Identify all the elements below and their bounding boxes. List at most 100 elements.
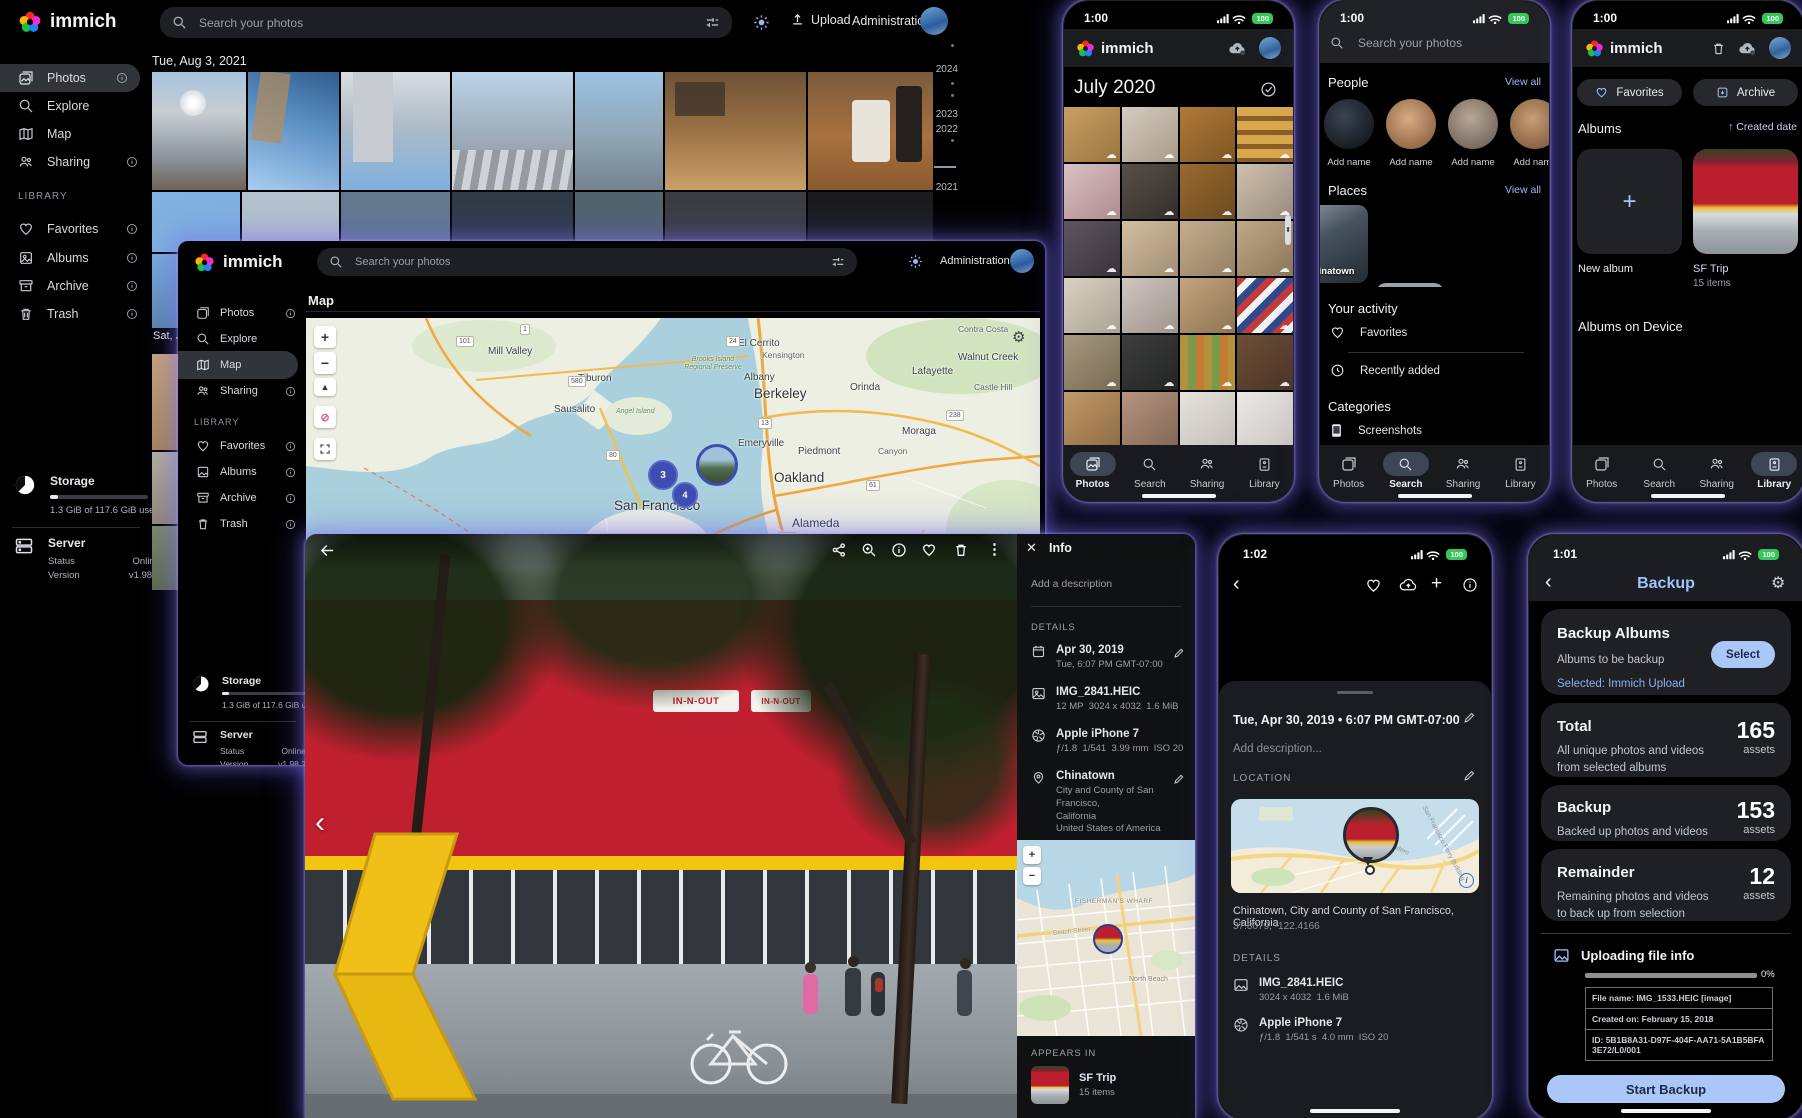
tab-sharing[interactable]: Sharing <box>1179 447 1236 495</box>
sidebar-item-archive[interactable]: Archive <box>0 272 150 300</box>
back-chevron-icon[interactable]: ‹ <box>1233 573 1240 596</box>
add-to-album-plus-icon[interactable]: + <box>1431 573 1442 595</box>
more-menu-icon[interactable]: ⋮ <box>987 540 1002 558</box>
archive-chip[interactable]: Archive <box>1693 79 1798 106</box>
map-zoom-out-button[interactable]: − <box>314 352 336 374</box>
home-indicator[interactable] <box>1398 494 1472 498</box>
location-minimap[interactable]: FISHERMAN'S WHARF Beach Street North Bea… <box>1017 840 1195 1036</box>
recently-added-row[interactable]: Recently added <box>1330 363 1440 378</box>
sidebar-item-albums[interactable]: Albums <box>178 458 306 486</box>
sidebar-item-favorites[interactable]: Favorites <box>178 432 306 460</box>
info-icon[interactable] <box>285 441 296 452</box>
home-indicator[interactable] <box>1142 494 1216 498</box>
tab-search[interactable]: Search <box>1631 447 1689 495</box>
info-bottom-sheet[interactable]: Tue, Apr 30, 2019 • 6:07 PM GMT-07:00 Ad… <box>1219 681 1491 1118</box>
administration-link[interactable]: Administration <box>940 255 1010 267</box>
detail-location-row[interactable]: Chinatown City and County of San Francis… <box>1031 770 1195 836</box>
search-bar[interactable] <box>317 248 857 276</box>
cloud-sync-icon[interactable] <box>1228 41 1247 56</box>
person-item[interactable]: Add name <box>1510 99 1549 168</box>
delete-trash-icon[interactable] <box>953 542 969 558</box>
timeline-scrubber-handle[interactable] <box>934 166 956 168</box>
photo-thumbnail[interactable] <box>1180 392 1236 445</box>
favorites-chip[interactable]: Favorites <box>1577 79 1682 106</box>
tab-library[interactable]: Library <box>1746 447 1802 495</box>
map-cluster-marker[interactable]: 4 <box>672 482 698 508</box>
map-location-disabled-button[interactable]: ⊘ <box>314 406 336 428</box>
edit-date-pencil-icon[interactable] <box>1463 711 1476 724</box>
search-input[interactable] <box>353 255 821 269</box>
info-icon[interactable] <box>126 223 138 235</box>
photo-thumbnail[interactable] <box>1064 392 1120 445</box>
sort-created-date[interactable]: ↑ Created date <box>1728 121 1797 133</box>
previous-photo-button[interactable]: ‹ <box>315 806 325 840</box>
favorite-heart-icon[interactable] <box>1365 577 1382 594</box>
sidebar-item-favorites[interactable]: Favorites <box>0 215 150 243</box>
home-indicator[interactable] <box>1621 1109 1711 1113</box>
sidebar-item-photos[interactable]: Photos <box>0 64 140 92</box>
cloud-sync-icon[interactable] <box>1738 41 1757 56</box>
map-compass-button[interactable]: ▲ <box>314 378 336 396</box>
photo-thumbnail[interactable] <box>152 354 178 450</box>
sidebar-item-explore[interactable]: Explore <box>0 92 150 120</box>
photo-thumbnail[interactable]: ☁ <box>1237 164 1293 219</box>
person-name[interactable]: Add name <box>1386 157 1436 168</box>
person-item[interactable]: Add name <box>1324 99 1374 168</box>
photo-thumbnail[interactable] <box>152 452 178 524</box>
minimap-zoom-in-button[interactable]: + <box>1023 846 1041 864</box>
minimap-photo-marker[interactable] <box>1093 924 1123 954</box>
sidebar-item-trash[interactable]: Trash <box>0 300 150 328</box>
info-icon[interactable] <box>285 493 296 504</box>
add-description-field[interactable]: Add description... <box>1233 743 1322 755</box>
edit-date-pencil-icon[interactable] <box>1173 646 1185 664</box>
tab-photos[interactable]: Photos <box>1320 447 1377 495</box>
screenshots-row[interactable]: Screenshots <box>1330 423 1422 438</box>
photo-thumbnail[interactable]: ☁ <box>1122 107 1178 162</box>
info-icon[interactable] <box>1462 577 1478 593</box>
person-avatar[interactable] <box>1510 99 1549 149</box>
photo-thumbnail[interactable] <box>452 72 573 190</box>
photo-thumbnail[interactable]: ☁ <box>1237 335 1293 390</box>
person-avatar[interactable] <box>1324 99 1374 149</box>
tab-sharing[interactable]: Sharing <box>1435 447 1492 495</box>
tab-library[interactable]: Library <box>1236 447 1293 495</box>
sidebar-item-map[interactable]: Map <box>0 120 150 148</box>
photo-thumbnail[interactable] <box>152 254 178 328</box>
tab-photos[interactable]: Photos <box>1064 447 1121 495</box>
search-input[interactable] <box>197 15 695 31</box>
person-name[interactable]: Add name <box>1510 157 1549 168</box>
zoom-icon[interactable] <box>861 542 877 558</box>
photo-thumbnail[interactable]: ☁ <box>1122 278 1178 333</box>
edit-location-pencil-icon[interactable] <box>1173 772 1185 790</box>
info-icon[interactable] <box>116 72 128 84</box>
photo-thumbnail[interactable]: ☁ <box>1237 278 1293 333</box>
home-indicator[interactable] <box>1310 1109 1400 1113</box>
trash-icon[interactable] <box>1711 41 1726 56</box>
photo-thumbnail[interactable]: ☁ <box>1180 221 1236 276</box>
map-zoom-in-button[interactable]: + <box>314 326 336 348</box>
photo-viewer[interactable]: IN-N-OUT IN-N-OUT ‹ <box>305 534 1017 1118</box>
info-icon[interactable] <box>285 308 296 319</box>
new-album-card[interactable]: + <box>1577 149 1682 254</box>
back-arrow-icon[interactable] <box>319 542 336 559</box>
person-avatar[interactable] <box>1386 99 1436 149</box>
user-avatar[interactable] <box>1769 37 1791 59</box>
map-photo-marker[interactable] <box>696 444 738 486</box>
filter-sliders-icon[interactable] <box>705 15 720 30</box>
upload-button[interactable]: Upload <box>790 12 851 27</box>
person-item[interactable]: Add name <box>1448 99 1498 168</box>
person-name[interactable]: Add name <box>1448 157 1498 168</box>
info-icon[interactable] <box>285 386 296 397</box>
places-view-all-link[interactable]: View all <box>1505 184 1541 196</box>
sidebar-item-map[interactable]: Map <box>178 351 298 379</box>
start-backup-button[interactable]: Start Backup <box>1547 1075 1785 1103</box>
photo-thumbnail[interactable] <box>1122 392 1178 445</box>
sidebar-item-archive[interactable]: Archive <box>178 484 306 512</box>
photo-thumbnail[interactable] <box>808 72 933 190</box>
info-icon[interactable] <box>126 252 138 264</box>
map-photo-marker[interactable] <box>1343 807 1399 863</box>
add-description-field[interactable]: Add a description <box>1031 578 1112 590</box>
favorite-heart-icon[interactable] <box>921 542 937 558</box>
settings-gear-icon[interactable]: ⚙ <box>1771 573 1785 593</box>
user-avatar[interactable] <box>1259 37 1281 59</box>
